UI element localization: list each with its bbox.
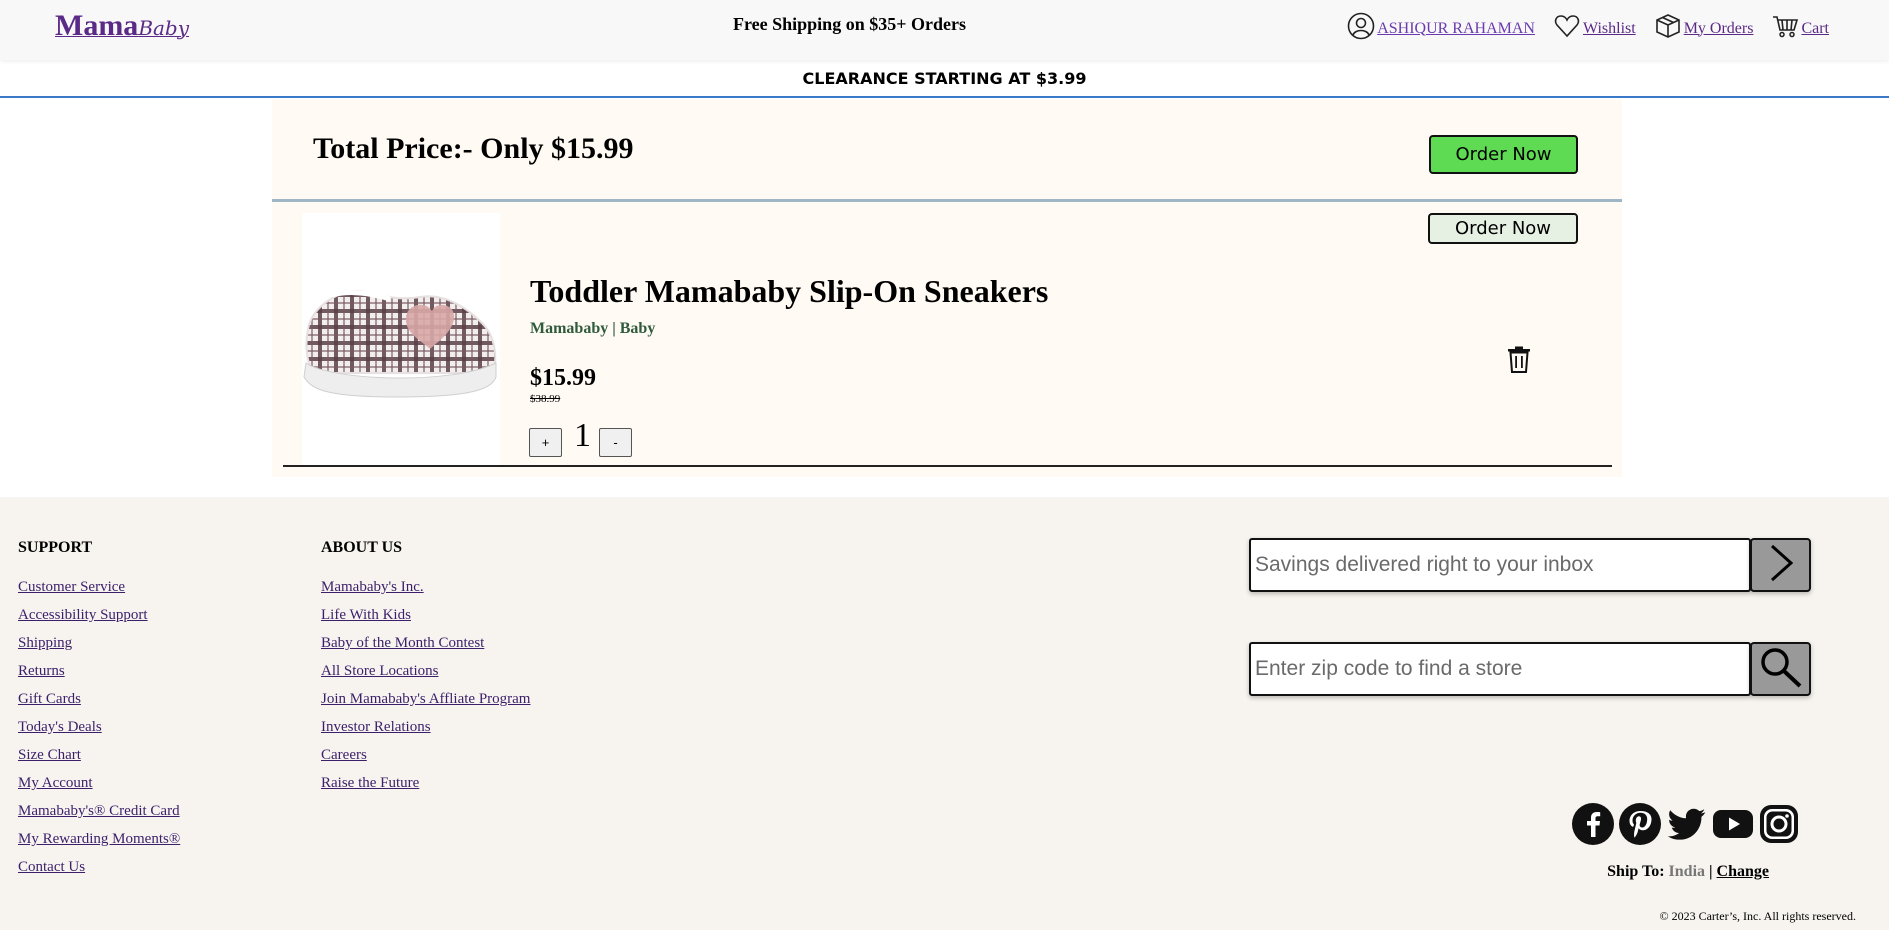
cart-panel: Total Price:- Only $15.99 Order Now Orde… xyxy=(272,99,1622,477)
about-link[interactable]: Life With Kids xyxy=(321,605,530,626)
nav-cart[interactable]: Cart xyxy=(1771,12,1829,45)
support-title: SUPPORT xyxy=(18,539,93,556)
box-icon xyxy=(1654,12,1682,45)
support-links: Customer Service Accessibility Support S… xyxy=(18,577,180,878)
support-link[interactable]: Today's Deals xyxy=(18,717,180,738)
about-link[interactable]: Mamababy's Inc. xyxy=(321,577,530,598)
pinterest-icon[interactable] xyxy=(1619,803,1661,850)
product-brand: Mamababy | Baby xyxy=(530,320,656,337)
copyright-text: © 2023 Carter’s, Inc. All rights reserve… xyxy=(1659,909,1856,923)
nav-orders[interactable]: My Orders xyxy=(1654,12,1754,45)
support-link[interactable]: My Account xyxy=(18,773,180,794)
nav-account[interactable]: ASHIQUR RAHAMAN xyxy=(1347,12,1535,45)
cart-icon xyxy=(1771,12,1799,45)
nav-cart-label: Cart xyxy=(1801,19,1829,37)
instagram-icon[interactable] xyxy=(1758,803,1800,850)
product-image[interactable] xyxy=(302,213,500,466)
about-link[interactable]: Careers xyxy=(321,745,530,766)
support-link[interactable]: My Rewarding Moments® xyxy=(18,829,180,850)
ship-to-separator: | xyxy=(1709,863,1713,880)
item-divider xyxy=(283,465,1612,467)
cart-total-row: Total Price:- Only $15.99 Order Now xyxy=(272,99,1622,202)
nav-account-label: ASHIQUR RAHAMAN xyxy=(1377,19,1535,37)
support-link[interactable]: Gift Cards xyxy=(18,689,180,710)
support-link[interactable]: Contact Us xyxy=(18,857,180,878)
twitter-icon[interactable] xyxy=(1666,805,1708,848)
store-search-button[interactable] xyxy=(1750,642,1811,696)
logo-sub-text: Baby xyxy=(138,16,190,40)
ship-to: Ship To: India | Change xyxy=(1607,863,1769,881)
support-link[interactable]: Mamababy's® Credit Card xyxy=(18,801,180,822)
order-now-button[interactable]: Order Now xyxy=(1429,135,1578,174)
about-link[interactable]: Join Mamababy's Affliate Program xyxy=(321,689,530,710)
about-link[interactable]: All Store Locations xyxy=(321,661,530,682)
support-link[interactable]: Size Chart xyxy=(18,745,180,766)
social-links xyxy=(1572,803,1800,850)
quantity-value: 1 xyxy=(574,417,591,454)
sneaker-image-icon xyxy=(303,289,497,398)
item-order-now-button[interactable]: Order Now xyxy=(1428,213,1578,244)
support-link[interactable]: Returns xyxy=(18,661,180,682)
facebook-icon[interactable] xyxy=(1572,803,1614,850)
logo-main-text: Mama xyxy=(55,9,139,42)
ship-to-label: Ship To: xyxy=(1607,863,1665,880)
newsletter-submit-button[interactable] xyxy=(1750,538,1811,592)
chevron-right-icon xyxy=(1764,543,1798,588)
about-link[interactable]: Investor Relations xyxy=(321,717,530,738)
clearance-banner[interactable]: CLEARANCE STARTING AT $3.99 xyxy=(0,60,1889,98)
product-old-price: $38.99 xyxy=(530,393,561,405)
trash-icon[interactable] xyxy=(1507,346,1531,373)
quantity-plus-button[interactable]: + xyxy=(529,428,562,457)
search-icon xyxy=(1759,646,1803,693)
nav-wishlist-label: Wishlist xyxy=(1582,19,1636,37)
about-link[interactable]: Raise the Future xyxy=(321,773,530,794)
total-price: Total Price:- Only $15.99 xyxy=(313,132,634,165)
ship-to-change-link[interactable]: Change xyxy=(1717,863,1769,880)
newsletter-email-input[interactable] xyxy=(1249,538,1751,592)
site-footer: SUPPORT Customer Service Accessibility S… xyxy=(0,497,1889,930)
nav-wishlist[interactable]: Wishlist xyxy=(1553,12,1636,45)
about-link[interactable]: Baby of the Month Contest xyxy=(321,633,530,654)
about-title: ABOUT US xyxy=(321,539,403,556)
shipping-promo: Free Shipping on $35+ Orders xyxy=(733,14,966,34)
support-link[interactable]: Shipping xyxy=(18,633,180,654)
support-link[interactable]: Accessibility Support xyxy=(18,605,180,626)
zip-code-input[interactable] xyxy=(1249,642,1751,696)
user-icon xyxy=(1347,12,1375,45)
heart-icon xyxy=(1553,12,1581,45)
support-link[interactable]: Customer Service xyxy=(18,577,180,598)
cart-item: Order Now Toddler Mamababy Slip-On Sneak… xyxy=(272,205,1622,477)
site-logo[interactable]: MamaBaby xyxy=(55,9,189,43)
header-nav: ASHIQUR RAHAMAN Wishlist My Orders Cart xyxy=(1347,12,1829,45)
top-header: MamaBaby Free Shipping on $35+ Orders AS… xyxy=(0,0,1889,60)
quantity-minus-button[interactable]: - xyxy=(599,428,632,457)
youtube-icon[interactable] xyxy=(1713,809,1753,844)
nav-orders-label: My Orders xyxy=(1683,19,1754,37)
product-price: $15.99 xyxy=(530,365,596,391)
ship-to-country: India xyxy=(1668,863,1706,880)
about-links: Mamababy's Inc. Life With Kids Baby of t… xyxy=(321,577,530,794)
product-title[interactable]: Toddler Mamababy Slip-On Sneakers xyxy=(530,273,1048,310)
